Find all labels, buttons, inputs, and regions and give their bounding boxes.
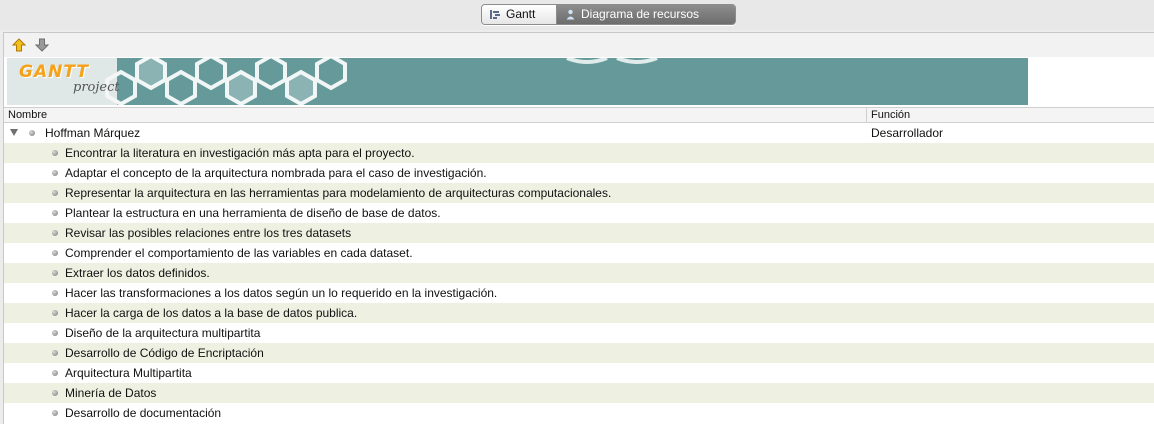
task-row[interactable]: Representar la arquitectura en las herra… bbox=[4, 183, 1154, 203]
task-name: Desarrollo de documentación bbox=[65, 406, 222, 420]
task-bullet-icon bbox=[52, 230, 58, 236]
resource-panel: GANTT project Nombre Función Hoffman Már… bbox=[3, 32, 1154, 424]
task-name: Encontrar la literatura en investigación… bbox=[65, 146, 415, 160]
task-bullet-icon bbox=[52, 150, 58, 156]
tab-resources[interactable]: Diagrama de recursos bbox=[557, 5, 735, 24]
gantt-chart-icon bbox=[490, 10, 500, 19]
task-bullet-icon bbox=[52, 390, 58, 396]
task-bullet-icon bbox=[52, 350, 58, 356]
task-row[interactable]: Arquitectura Multipartita bbox=[4, 363, 1154, 383]
task-row[interactable]: Revisar las posibles relaciones entre lo… bbox=[4, 223, 1154, 243]
task-row[interactable]: Desarrollo de documentación bbox=[4, 403, 1154, 423]
task-name: Adaptar el concepto de la arquitectura n… bbox=[65, 166, 487, 180]
task-row[interactable]: Encontrar la literatura en investigación… bbox=[4, 143, 1154, 163]
tab-gantt-label: Gantt bbox=[506, 7, 536, 21]
task-row[interactable]: Plantear la estructura en una herramient… bbox=[4, 203, 1154, 223]
ganttproject-logo-sub: project bbox=[73, 80, 120, 95]
task-name: Plantear la estructura en una herramient… bbox=[65, 206, 441, 220]
task-name: Arquitectura Multipartita bbox=[65, 366, 192, 380]
task-name: Hacer las transformaciones a los datos s… bbox=[65, 286, 498, 300]
column-divider[interactable] bbox=[866, 108, 867, 122]
resources-icon bbox=[566, 9, 575, 20]
ganttproject-logo: GANTT bbox=[19, 62, 89, 82]
column-header-name[interactable]: Nombre bbox=[8, 108, 47, 122]
arrow-down-icon[interactable] bbox=[35, 38, 49, 52]
task-bullet-icon bbox=[52, 290, 58, 296]
view-tabbar: Gantt Diagrama de recursos bbox=[0, 0, 1154, 30]
task-bullet-icon bbox=[52, 210, 58, 216]
task-row[interactable]: Minería de Datos bbox=[4, 383, 1154, 403]
task-name: Hacer la carga de los datos a la base de… bbox=[65, 306, 358, 320]
resource-name: Hoffman Márquez bbox=[45, 126, 141, 140]
resource-table: Nombre Función Hoffman Márquez Desarroll… bbox=[4, 107, 1154, 424]
task-name: Comprender el comportamiento de las vari… bbox=[65, 246, 413, 260]
column-header-role[interactable]: Función bbox=[871, 108, 910, 122]
expand-triangle-icon[interactable] bbox=[10, 129, 18, 136]
task-bullet-icon bbox=[52, 250, 58, 256]
tab-resources-label: Diagrama de recursos bbox=[581, 7, 700, 21]
task-row[interactable]: Extraer los datos definidos. bbox=[4, 263, 1154, 283]
resource-row[interactable]: Hoffman Márquez Desarrollador bbox=[4, 123, 1154, 143]
task-name: Minería de Datos bbox=[65, 386, 157, 400]
task-name: Diseño de la arquitectura multipartita bbox=[65, 326, 261, 340]
task-bullet-icon bbox=[52, 370, 58, 376]
view-switcher: Gantt Diagrama de recursos bbox=[481, 4, 736, 25]
task-bullet-icon bbox=[52, 170, 58, 176]
task-bullet-icon bbox=[52, 410, 58, 416]
task-row[interactable]: Diseño de la arquitectura multipartita bbox=[4, 323, 1154, 343]
resource-role: Desarrollador bbox=[871, 126, 944, 140]
task-bullet-icon bbox=[52, 330, 58, 336]
task-row[interactable]: Adaptar el concepto de la arquitectura n… bbox=[4, 163, 1154, 183]
task-name: Representar la arquitectura en las herra… bbox=[65, 186, 612, 200]
task-name: Extraer los datos definidos. bbox=[65, 266, 210, 280]
table-body: Hoffman Márquez Desarrollador Encontrar … bbox=[4, 123, 1154, 423]
resource-bullet-icon bbox=[29, 130, 35, 136]
resource-toolbar bbox=[4, 33, 1154, 57]
table-header: Nombre Función bbox=[4, 107, 1154, 123]
task-row[interactable]: Comprender el comportamiento de las vari… bbox=[4, 243, 1154, 263]
task-name: Revisar las posibles relaciones entre lo… bbox=[65, 226, 352, 240]
arrow-up-icon[interactable] bbox=[12, 38, 26, 52]
task-name: Desarrollo de Código de Encriptación bbox=[65, 346, 264, 360]
task-row[interactable]: Desarrollo de Código de Encriptación bbox=[4, 343, 1154, 363]
task-bullet-icon bbox=[52, 190, 58, 196]
task-bullet-icon bbox=[52, 310, 58, 316]
tab-gantt[interactable]: Gantt bbox=[482, 5, 557, 24]
task-bullet-icon bbox=[52, 270, 58, 276]
task-row[interactable]: Hacer la carga de los datos a la base de… bbox=[4, 303, 1154, 323]
hexagon-pattern bbox=[7, 58, 658, 105]
task-row[interactable]: Hacer las transformaciones a los datos s… bbox=[4, 283, 1154, 303]
ganttproject-banner: GANTT project bbox=[7, 58, 1028, 105]
